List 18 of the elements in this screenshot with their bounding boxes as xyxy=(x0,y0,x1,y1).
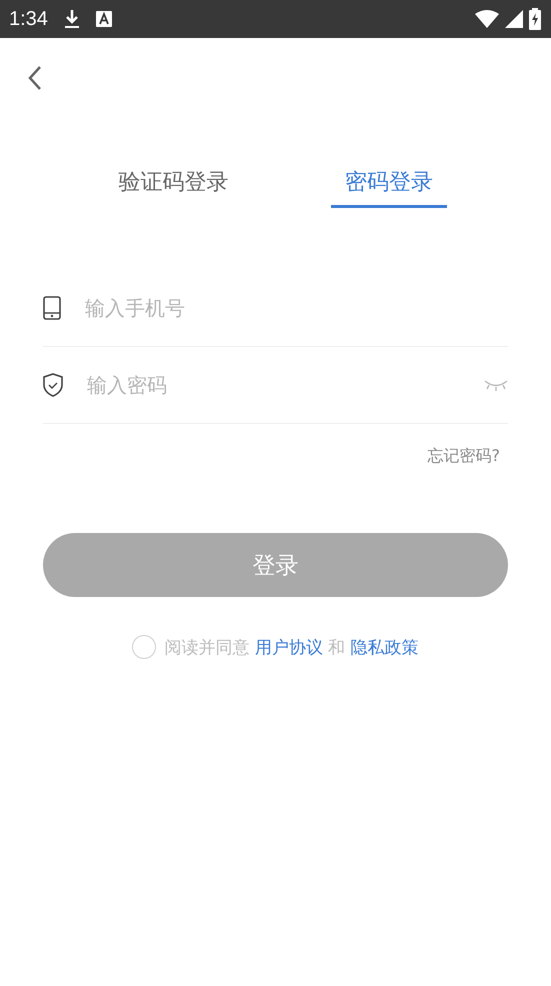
closed-eye-icon[interactable] xyxy=(484,378,508,392)
wifi-icon xyxy=(475,10,499,28)
battery-icon xyxy=(529,8,541,30)
agreement-link[interactable]: 用户协议 xyxy=(254,638,323,658)
shield-check-icon xyxy=(43,373,63,397)
app-notification-icon xyxy=(96,11,112,27)
login-tab[interactable]: 密码登录 xyxy=(330,165,447,208)
forgot-password-link[interactable]: 忘记密码? xyxy=(428,446,500,467)
download-icon xyxy=(64,9,80,29)
phone-icon xyxy=(43,296,61,320)
agreement-link[interactable]: 隐私政策 xyxy=(350,638,419,658)
login-tab[interactable]: 验证码登录 xyxy=(104,165,242,208)
agree-radio[interactable] xyxy=(132,635,156,659)
agreement-text: 阅读并同意 用户协议 和 隐私政策 xyxy=(164,636,419,658)
password-input[interactable]: 输入密码 xyxy=(85,372,462,398)
signal-icon xyxy=(505,10,523,28)
phone-input[interactable]: 输入手机号 xyxy=(83,295,508,321)
status-time: 1:34 xyxy=(9,8,48,30)
